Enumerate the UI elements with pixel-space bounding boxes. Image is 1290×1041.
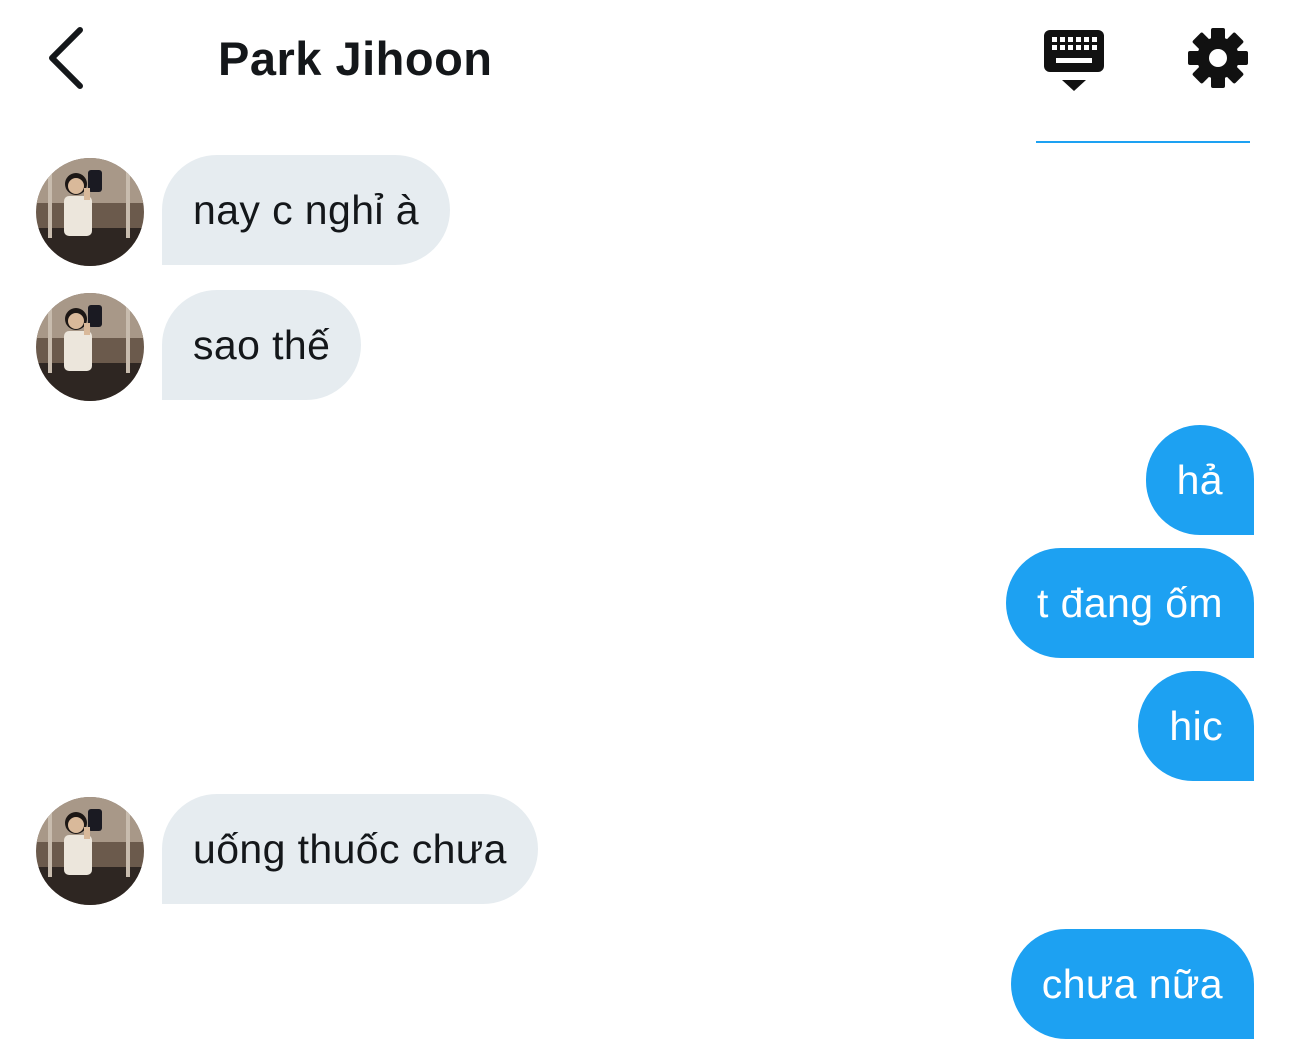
received-message-bubble[interactable]: nay c nghỉ à bbox=[162, 155, 450, 265]
keyboard-icon bbox=[1044, 30, 1104, 91]
received-message-bubble[interactable]: sao thế bbox=[162, 290, 362, 400]
chevron-left-icon bbox=[49, 27, 83, 89]
sent-message-bubble[interactable]: hả bbox=[1145, 425, 1254, 535]
avatar[interactable] bbox=[36, 293, 144, 401]
message-text: hả bbox=[1176, 456, 1223, 503]
message-text: t đang ốm bbox=[1037, 579, 1223, 626]
message-text: chưa nữa bbox=[1041, 960, 1223, 1007]
settings-button[interactable] bbox=[1186, 26, 1250, 90]
conversation-header: Park Jihoon bbox=[0, 0, 1290, 120]
sent-message-bubble[interactable]: hic bbox=[1138, 671, 1254, 781]
gear-icon bbox=[1188, 28, 1248, 88]
avatar[interactable] bbox=[36, 797, 144, 905]
loading-indicator-line bbox=[1036, 141, 1250, 143]
sent-message-bubble[interactable]: t đang ốm bbox=[1006, 548, 1254, 658]
received-message-bubble[interactable]: uống thuốc chưa bbox=[162, 794, 538, 904]
avatar-photo bbox=[36, 797, 144, 905]
message-text: sao thế bbox=[193, 321, 331, 368]
back-button[interactable] bbox=[38, 22, 98, 94]
avatar-photo bbox=[36, 158, 144, 266]
message-text: uống thuốc chưa bbox=[193, 825, 507, 872]
keyboard-toggle-button[interactable] bbox=[1040, 28, 1108, 94]
avatar[interactable] bbox=[36, 158, 144, 266]
message-text: nay c nghỉ à bbox=[193, 186, 419, 233]
conversation-title[interactable]: Park Jihoon bbox=[218, 30, 493, 88]
avatar-photo bbox=[36, 293, 144, 401]
sent-message-bubble[interactable]: chưa nữa bbox=[1010, 929, 1254, 1039]
message-text: hic bbox=[1169, 702, 1223, 749]
